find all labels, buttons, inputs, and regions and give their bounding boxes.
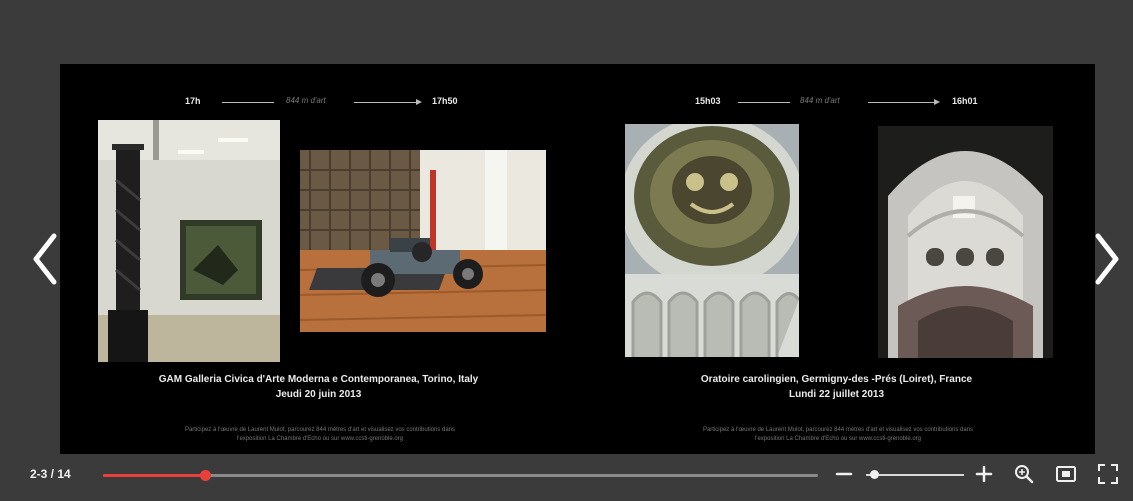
- gallery-sculpture-photo: [98, 120, 280, 362]
- right-page[interactable]: 15h03 844 m d'art 16h01 Oratoire carolin…: [578, 64, 1095, 454]
- credit-note: Participez à l'œuvre de Laurent Mulot, p…: [120, 426, 520, 444]
- left-page[interactable]: 17h 844 m d'art 17h50 GAM Galleria Civic…: [60, 64, 577, 454]
- magnifier-icon: [1015, 465, 1034, 484]
- credit-line: l'exposition La Chambre d'Echo ou sur ww…: [754, 436, 922, 442]
- plus-icon: [975, 465, 993, 483]
- book-spread: 17h 844 m d'art 17h50 GAM Galleria Civic…: [60, 64, 1095, 454]
- vaulted-apse-photo: [878, 126, 1053, 358]
- flipbook-viewer: 17h 844 m d'art 17h50 GAM Galleria Civic…: [0, 0, 1133, 501]
- time-end: 17h50: [432, 96, 458, 106]
- distance-label: 844 m d'art: [800, 96, 840, 105]
- progress-handle[interactable]: [200, 470, 212, 481]
- minus-icon: [835, 472, 853, 476]
- time-line: 17h 844 m d'art 17h50: [60, 96, 577, 110]
- credit-line: Participez à l'œuvre de Laurent Mulot, p…: [184, 427, 456, 433]
- date-line: Jeudi 20 juin 2013: [275, 389, 362, 400]
- zoom-handle[interactable]: [869, 470, 879, 479]
- timeline-segment: [738, 102, 790, 103]
- timeline-arrow: [934, 99, 940, 105]
- viewer-toolbar: 2-3 / 14: [0, 458, 1133, 501]
- credit-line: Participez à l'œuvre de Laurent Mulot, p…: [702, 427, 974, 433]
- location-title: Oratoire carolingien, Germigny-des -Prés…: [700, 374, 973, 385]
- timeline-arrow: [416, 99, 422, 105]
- fullscreen-icon: [1098, 464, 1118, 484]
- timeline-segment: [354, 102, 416, 103]
- distance-label: 844 m d'art: [286, 96, 326, 105]
- left-caption: GAM Galleria Civica d'Arte Moderna e Con…: [60, 372, 577, 402]
- single-page-icon: [1056, 466, 1076, 482]
- zoom-slider[interactable]: [866, 470, 964, 479]
- zoom-in-button[interactable]: [974, 464, 994, 484]
- previous-page-button[interactable]: [30, 232, 60, 286]
- chevron-right-icon: [1095, 233, 1119, 285]
- page-progress-slider[interactable]: [103, 470, 818, 481]
- dome-mosaic-photo: [625, 124, 799, 357]
- magnifier-button[interactable]: [1013, 463, 1035, 485]
- page-counter: 2-3 / 14: [30, 467, 71, 481]
- progress-fill: [103, 474, 206, 477]
- zoom-out-button[interactable]: [834, 464, 854, 484]
- timeline-segment: [868, 102, 934, 103]
- date-line: Lundi 22 juillet 2013: [788, 389, 885, 400]
- time-start: 17h: [185, 96, 201, 106]
- time-start: 15h03: [695, 96, 721, 106]
- location-title: GAM Galleria Civica d'Arte Moderna e Con…: [158, 374, 479, 385]
- timeline-segment: [222, 102, 274, 103]
- single-page-view-button[interactable]: [1055, 463, 1077, 485]
- race-car-exhibit-photo: [300, 150, 546, 332]
- time-line: 15h03 844 m d'art 16h01: [578, 96, 1095, 110]
- next-page-button[interactable]: [1092, 232, 1122, 286]
- fullscreen-button[interactable]: [1097, 463, 1119, 485]
- chevron-left-icon: [33, 233, 57, 285]
- credit-line: l'exposition La Chambre d'Echo ou sur ww…: [236, 436, 404, 442]
- time-end: 16h01: [952, 96, 978, 106]
- right-caption: Oratoire carolingien, Germigny-des -Prés…: [578, 372, 1095, 402]
- credit-note: Participez à l'œuvre de Laurent Mulot, p…: [638, 426, 1038, 444]
